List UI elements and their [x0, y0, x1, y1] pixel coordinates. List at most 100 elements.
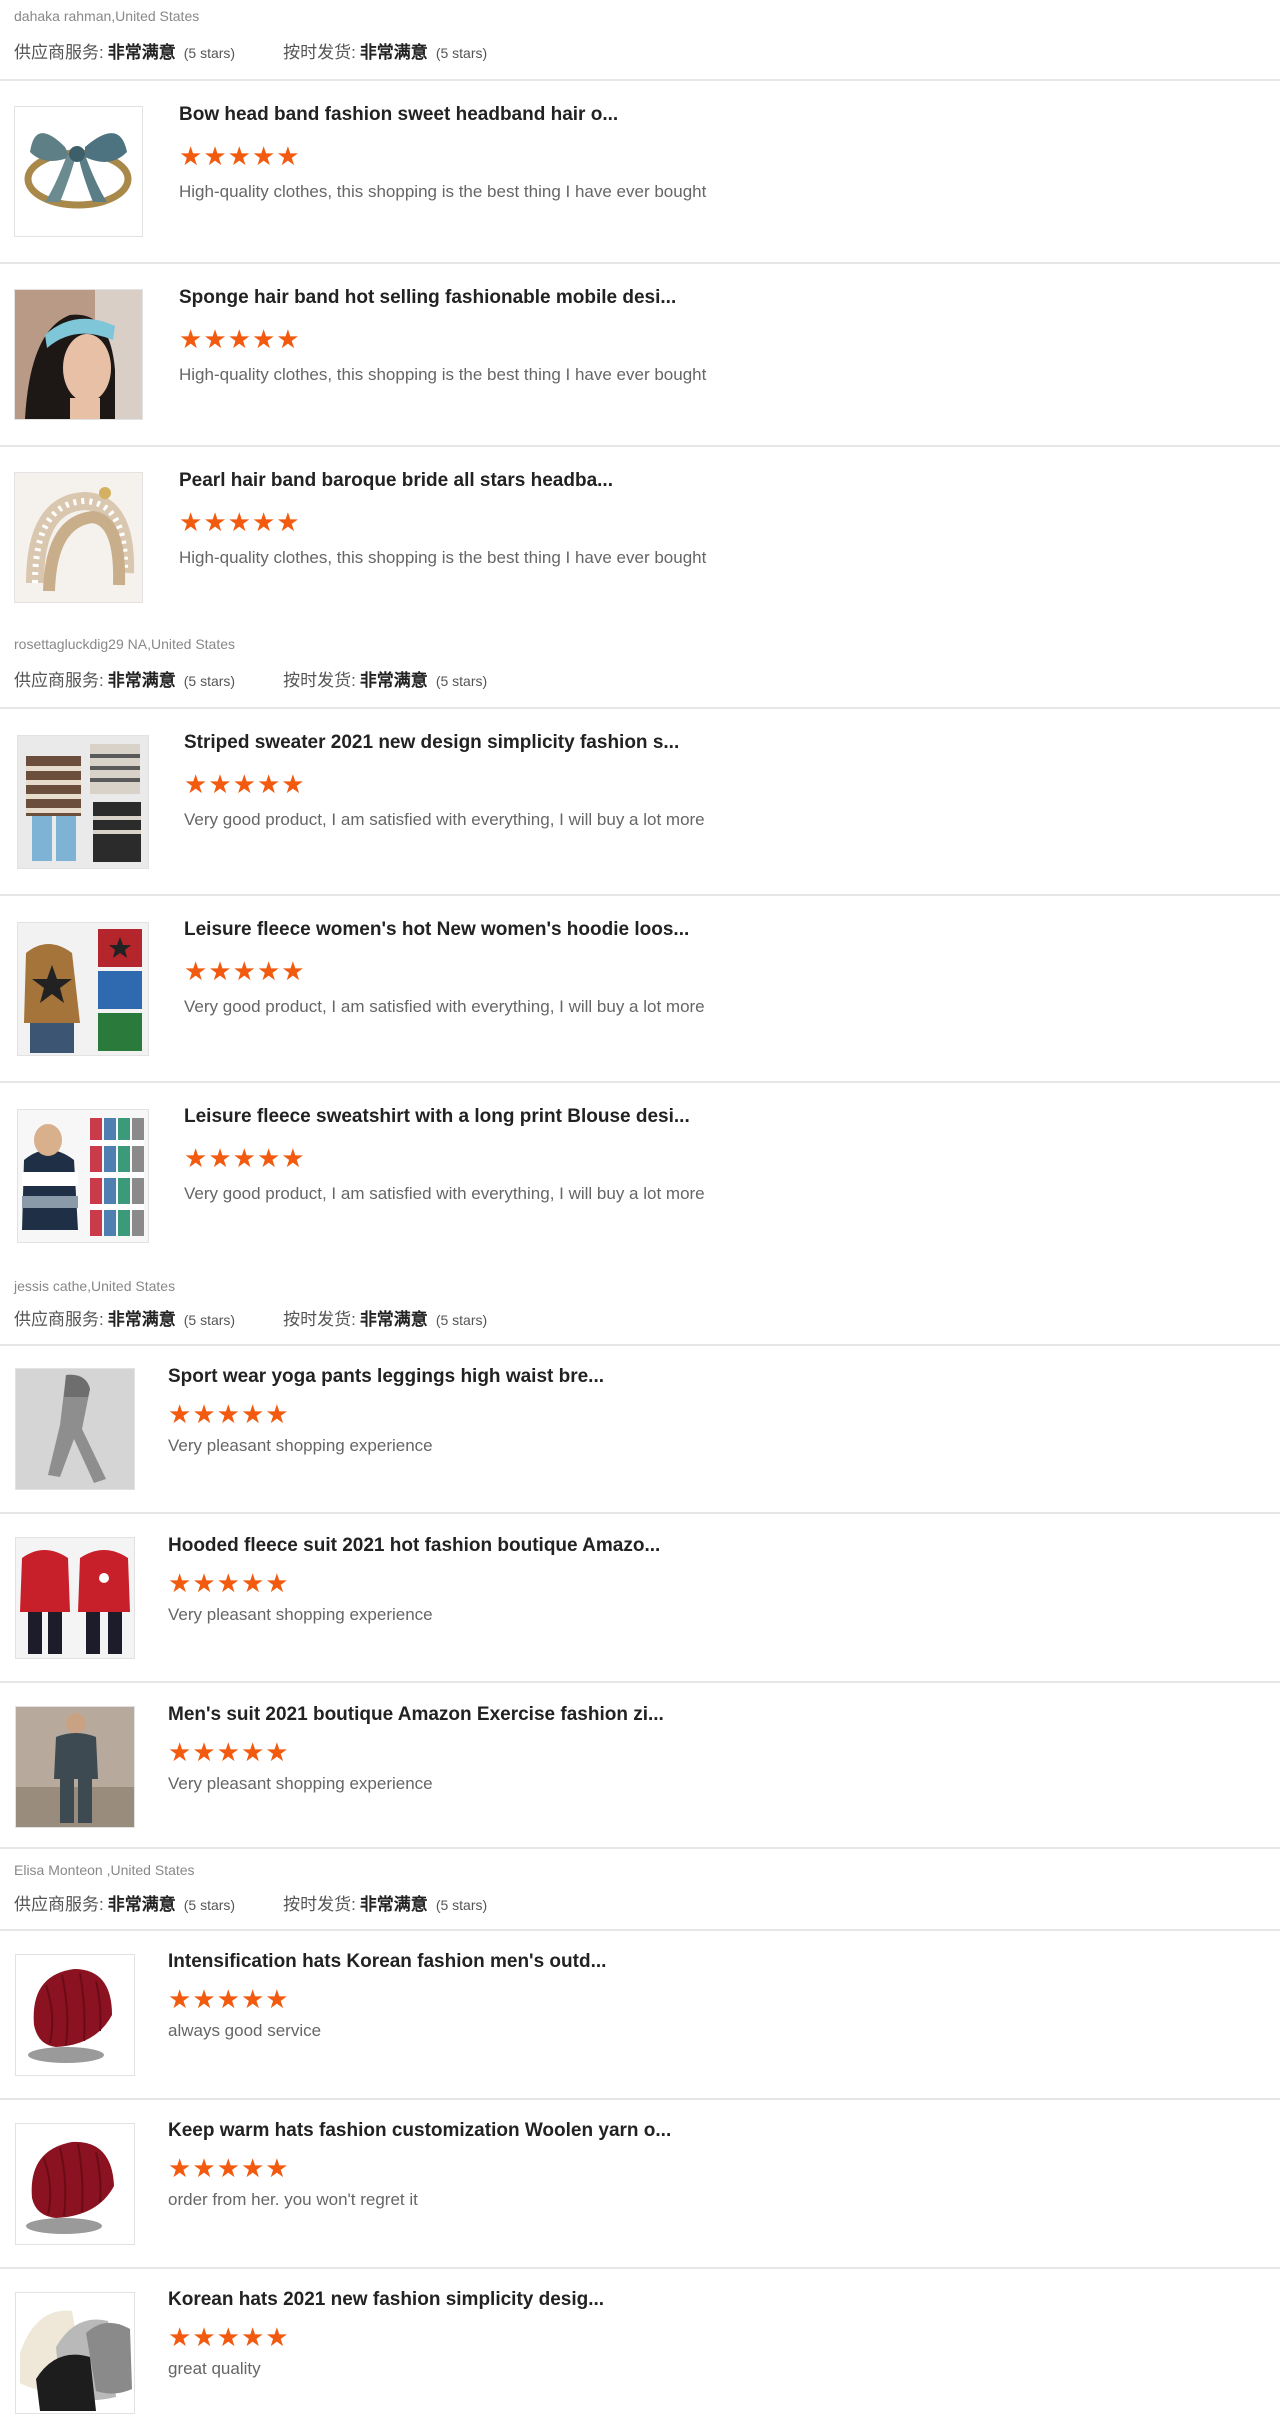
product-title[interactable]: Bow head band fashion sweet headband hai…	[179, 104, 618, 126]
star-icon: ★	[192, 2153, 216, 2183]
red-beanie-image[interactable]	[15, 1954, 135, 2076]
star-icon: ★	[216, 1984, 240, 2014]
star-icon: ★	[232, 956, 256, 986]
star-icon: ★	[208, 956, 232, 986]
star-icon: ★	[203, 141, 227, 171]
star-icon: ★	[192, 2322, 216, 2352]
star-icon: ★	[216, 2322, 240, 2352]
product-title[interactable]: Korean hats 2021 new fashion simplicity …	[168, 2289, 604, 2311]
divider	[0, 1681, 1280, 1683]
star-icon: ★	[192, 1568, 216, 1598]
divider	[0, 262, 1280, 264]
star-icon: ★	[240, 2153, 265, 2183]
product-title[interactable]: Hooded fleece suit 2021 hot fashion bout…	[168, 1535, 660, 1557]
star-icon: ★	[208, 769, 232, 799]
review-comment: Very pleasant shopping experience	[168, 1605, 433, 1624]
bow-headband-image[interactable]	[14, 106, 143, 237]
on-time-delivery-stars: (5 stars)	[435, 673, 488, 689]
rating-stars: ★★★★★	[184, 771, 306, 798]
star-icon: ★	[203, 324, 227, 354]
on-time-delivery-value: 非常满意	[359, 1895, 428, 1914]
on-time-delivery-stars: (5 stars)	[435, 45, 488, 61]
pearl-hairband-image[interactable]	[14, 472, 143, 603]
woolen-hat-image[interactable]	[15, 2123, 135, 2245]
product-title[interactable]: Keep warm hats fashion customization Woo…	[168, 2120, 671, 2142]
rating-stars: ★★★★★	[168, 1401, 290, 1428]
supplier-service-value: 非常满意	[107, 1895, 176, 1914]
star-icon: ★	[179, 141, 203, 171]
product-title[interactable]: Pearl hair band baroque bride all stars …	[179, 470, 613, 492]
product-title[interactable]: Striped sweater 2021 new design simplici…	[184, 732, 679, 754]
star-icon: ★	[281, 956, 305, 986]
product-title[interactable]: Sport wear yoga pants leggings high wais…	[168, 1366, 604, 1388]
divider	[0, 79, 1280, 81]
star-hoodie-image[interactable]	[17, 922, 149, 1056]
star-icon: ★	[216, 1737, 240, 1767]
star-icon: ★	[168, 2322, 192, 2352]
yoga-leggings-image[interactable]	[15, 1368, 135, 1490]
on-time-delivery-stars: (5 stars)	[435, 1312, 488, 1328]
print-sweatshirt-image[interactable]	[17, 1109, 149, 1243]
product-title[interactable]: Leisure fleece sweatshirt with a long pr…	[184, 1106, 690, 1128]
review-comment: Very pleasant shopping experience	[168, 1774, 433, 1793]
supplier-service-label: 供应商服务:	[14, 671, 104, 690]
divider	[0, 1512, 1280, 1514]
buyer-name: dahaka rahman,United States	[14, 8, 200, 24]
star-icon: ★	[168, 1737, 192, 1767]
review-comment: Very good product, I am satisfied with e…	[184, 810, 705, 829]
star-icon: ★	[240, 2322, 265, 2352]
on-time-delivery-value: 非常满意	[359, 671, 428, 690]
star-icon: ★	[168, 1568, 192, 1598]
star-icon: ★	[281, 1143, 305, 1173]
rating-stars: ★★★★★	[179, 326, 301, 353]
buyer-name: Elisa Monteon ,United States	[14, 1862, 195, 1878]
review-comment: order from her. you won't regret it	[168, 2190, 418, 2209]
review-comment: Very good product, I am satisfied with e…	[184, 997, 705, 1016]
star-icon: ★	[192, 1737, 216, 1767]
rating-stars: ★★★★★	[168, 2324, 290, 2351]
sponge-hairband-image[interactable]	[14, 289, 143, 420]
supplier-service-stars: (5 stars)	[183, 1897, 236, 1913]
buyer-ratings: 供应商服务: 非常满意 (5 stars) 按时发货: 非常满意 (5 stars)	[14, 1890, 487, 1915]
star-icon: ★	[276, 141, 300, 171]
mens-suit-image[interactable]	[15, 1706, 135, 1828]
korean-hats-image[interactable]	[15, 2292, 135, 2414]
review-comment: Very good product, I am satisfied with e…	[184, 1184, 705, 1203]
review-comment: High-quality clothes, this shopping is t…	[179, 548, 707, 567]
rating-stars: ★★★★★	[168, 1570, 290, 1597]
star-icon: ★	[232, 769, 256, 799]
star-icon: ★	[168, 1984, 192, 2014]
supplier-service-label: 供应商服务:	[14, 1895, 104, 1914]
buyer-ratings: 供应商服务: 非常满意 (5 stars) 按时发货: 非常满意 (5 stars)	[14, 666, 487, 691]
product-title[interactable]: Men's suit 2021 boutique Amazon Exercise…	[168, 1704, 664, 1726]
on-time-delivery-label: 按时发货:	[283, 1310, 356, 1329]
rating-stars: ★★★★★	[168, 2155, 290, 2182]
on-time-delivery-label: 按时发货:	[283, 43, 356, 62]
star-icon: ★	[265, 1737, 289, 1767]
on-time-delivery-label: 按时发货:	[283, 671, 356, 690]
star-icon: ★	[232, 1143, 256, 1173]
buyer-ratings: 供应商服务: 非常满意 (5 stars) 按时发货: 非常满意 (5 stars)	[14, 1305, 487, 1330]
star-icon: ★	[240, 1984, 265, 2014]
divider	[0, 707, 1280, 709]
on-time-delivery-label: 按时发货:	[283, 1895, 356, 1914]
review-comment: always good service	[168, 2021, 322, 2040]
buyer-name: jessis cathe,United States	[14, 1278, 176, 1294]
star-icon: ★	[227, 507, 251, 537]
star-icon: ★	[227, 141, 251, 171]
product-title[interactable]: Leisure fleece women's hot New women's h…	[184, 919, 689, 941]
star-icon: ★	[216, 1568, 240, 1598]
supplier-service-label: 供应商服务:	[14, 1310, 104, 1329]
supplier-service-stars: (5 stars)	[183, 45, 236, 61]
star-icon: ★	[251, 324, 276, 354]
product-title[interactable]: Sponge hair band hot selling fashionable…	[179, 287, 676, 309]
rating-stars: ★★★★★	[179, 509, 301, 536]
star-icon: ★	[192, 1984, 216, 2014]
divider	[0, 894, 1280, 896]
buyer-name: rosettagluckdig29 NA,United States	[14, 636, 236, 652]
star-icon: ★	[251, 507, 276, 537]
hooded-suit-image[interactable]	[15, 1537, 135, 1659]
divider	[0, 1081, 1280, 1083]
striped-sweater-image[interactable]	[17, 735, 149, 869]
product-title[interactable]: Intensification hats Korean fashion men'…	[168, 1951, 606, 1973]
